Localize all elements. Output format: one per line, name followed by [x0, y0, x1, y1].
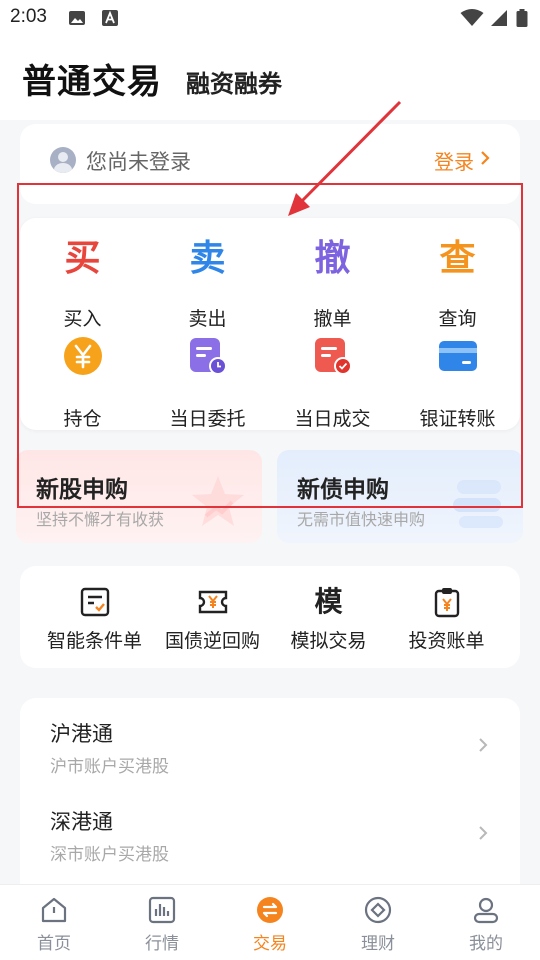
nav-market[interactable]: 行情 — [108, 885, 216, 960]
nav-trade-label: 交易 — [253, 934, 287, 954]
investment-bill-button[interactable]: 投资账单 — [384, 586, 509, 653]
wifi-icon — [460, 9, 484, 26]
nav-market-label: 行情 — [145, 934, 179, 954]
bottom-navigation: 首页 行情 交易 理财 我的 — [0, 884, 540, 960]
tab-normal-trade[interactable]: 普通交易 — [22, 54, 162, 103]
treasury-repo-button[interactable]: 国债逆回购 — [150, 586, 275, 653]
nav-wealth[interactable]: 理财 — [324, 885, 432, 960]
tools-card: 智能条件单 国债逆回购 模 模拟交易 投资账单 — [20, 566, 520, 668]
battery-icon — [516, 9, 528, 27]
nav-profile-label: 我的 — [469, 934, 503, 954]
shanghai-hk-connect-subtitle: 沪市账户买港股 — [50, 757, 169, 777]
simulated-trade-label: 模拟交易 — [290, 630, 367, 652]
hk-connect-card: 沪港通 沪市账户买港股 深港通 深市账户买港股 — [20, 698, 520, 898]
nav-home[interactable]: 首页 — [0, 885, 108, 960]
chevron-right-icon — [481, 151, 490, 165]
image-notification-icon — [69, 11, 85, 25]
shenzhen-hk-connect-subtitle: 深市账户买港股 — [50, 845, 169, 865]
nav-trade[interactable]: 交易 — [216, 885, 324, 960]
login-status-text: 您尚未登录 — [86, 150, 191, 174]
bill-clipboard-icon — [434, 588, 459, 618]
simulated-trade-button[interactable]: 模 模拟交易 — [266, 586, 391, 653]
wealth-icon — [364, 896, 392, 924]
shenzhen-hk-connect-title: 深港通 — [50, 810, 113, 834]
treasury-repo-label: 国债逆回购 — [164, 630, 260, 652]
chart-icon — [148, 896, 176, 924]
trade-header: 普通交易 融资融券 — [0, 36, 540, 120]
chevron-right-icon — [479, 738, 488, 752]
new-bond-subtitle: 无需市值快速申购 — [297, 510, 426, 529]
avatar-icon — [50, 147, 76, 173]
nav-wealth-label: 理财 — [361, 934, 395, 954]
home-icon — [41, 897, 67, 923]
status-time: 2:03 — [10, 6, 47, 27]
new-stock-subtitle: 坚持不懈才有收获 — [36, 510, 165, 529]
nav-profile[interactable]: 我的 — [432, 885, 540, 960]
shanghai-hk-connect-title: 沪港通 — [50, 722, 113, 746]
repo-ticket-icon — [198, 590, 227, 614]
annotation-arrow — [288, 100, 402, 216]
status-bar: 2:03 — [0, 0, 540, 36]
nav-home-label: 首页 — [37, 934, 71, 954]
shanghai-hk-connect-row[interactable]: 沪港通 沪市账户买港股 — [20, 698, 520, 786]
signal-icon — [491, 10, 507, 26]
shenzhen-hk-connect-row[interactable]: 深港通 深市账户买港股 — [20, 786, 520, 874]
tab-margin-trade[interactable]: 融资融券 — [186, 64, 282, 99]
highlight-box — [17, 183, 523, 508]
trade-icon — [257, 897, 283, 923]
smart-condition-order-button[interactable]: 智能条件单 — [32, 586, 157, 653]
chevron-right-icon — [479, 826, 488, 840]
profile-icon — [473, 897, 499, 924]
app-notification-icon — [102, 10, 118, 26]
simulate-icon: 模 — [314, 585, 343, 618]
investment-bill-label: 投资账单 — [408, 630, 485, 652]
smart-condition-order-label: 智能条件单 — [46, 630, 142, 652]
login-link[interactable]: 登录 — [434, 146, 474, 175]
condition-order-icon — [80, 587, 109, 617]
